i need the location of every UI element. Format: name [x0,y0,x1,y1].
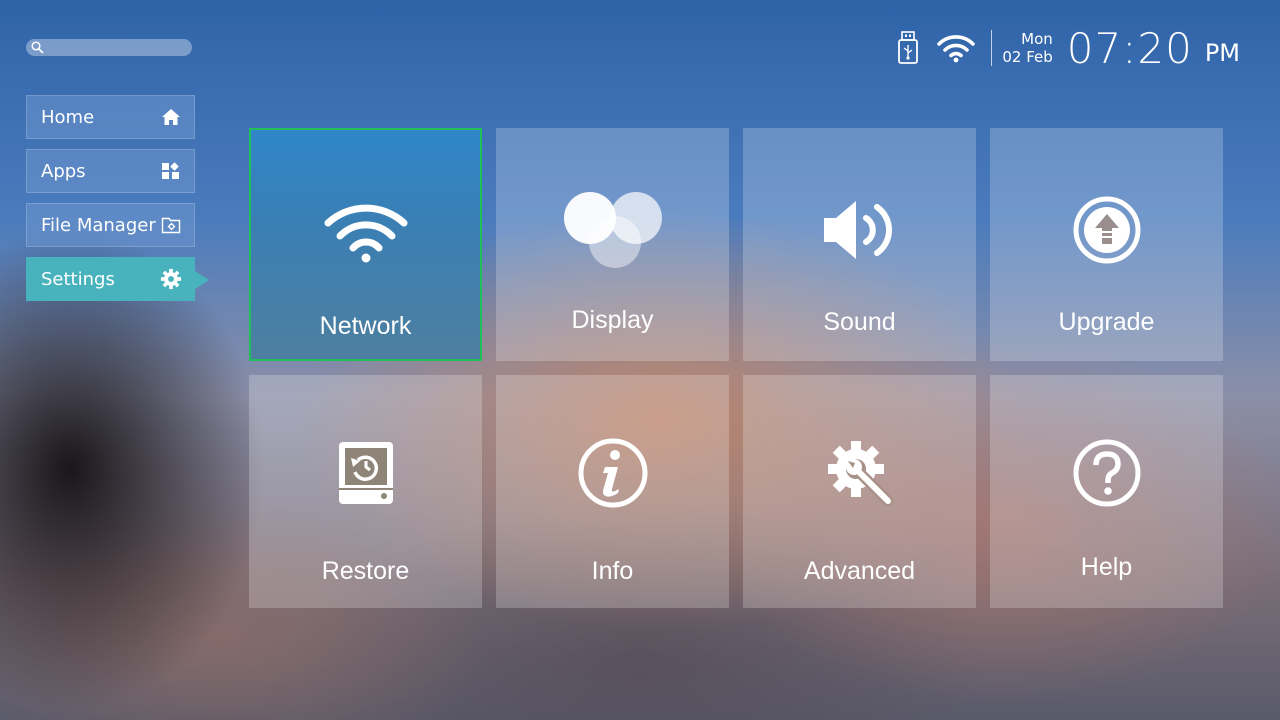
usb-icon [897,31,919,65]
search-input[interactable] [46,39,190,58]
folder-gear-icon [160,214,182,236]
tile-network[interactable]: Network [249,128,482,361]
restore-drive-icon [249,433,482,513]
tile-upgrade[interactable]: Upgrade [990,128,1223,361]
search-bar[interactable] [26,39,192,58]
gear-icon [160,268,182,290]
clock-ampm: PM [1204,39,1240,67]
tile-label: Display [571,306,654,334]
sidebar-item-apps[interactable]: Apps [26,149,195,193]
sidebar-item-settings[interactable]: Settings [26,257,209,301]
tile-sound[interactable]: Sound [743,128,976,361]
info-icon [496,433,729,513]
upgrade-arrow-icon [990,190,1223,270]
gear-wrench-icon [743,433,976,513]
status-divider [991,30,993,66]
tile-display[interactable]: Display [496,128,729,361]
sidebar-item-label: File Manager [41,214,156,236]
tile-label: Restore [321,557,410,585]
tile-label: Info [591,557,634,585]
sidebar-item-home[interactable]: Home [26,95,195,139]
wifi-icon [937,33,976,63]
wifi-icon [251,192,480,272]
status-bar: Mon 02 Feb 07:20 PM [897,23,1240,73]
search-icon [31,41,44,54]
sidebar-item-file-manager[interactable]: File Manager [26,203,195,247]
tile-advanced[interactable]: Advanced [743,375,976,608]
tile-label: Sound [823,308,896,336]
settings-grid: Network Display Sound Upgrade Restore In… [249,128,1223,608]
date-label: 02 Feb [1002,48,1053,66]
sidebar-nav: Home Apps File Manager Settings [26,95,209,311]
speaker-icon [743,190,976,270]
tile-label: Advanced [803,557,916,585]
home-icon [160,106,182,128]
tile-restore[interactable]: Restore [249,375,482,608]
tile-label: Help [1080,553,1133,581]
sidebar-item-label: Settings [41,268,115,290]
display-circles-icon [496,190,729,270]
tile-label: Upgrade [1058,308,1155,336]
tile-info[interactable]: Info [496,375,729,608]
apps-icon [160,160,182,182]
sidebar-item-label: Apps [41,160,86,182]
date-display: Mon 02 Feb [1002,30,1052,66]
help-icon [990,433,1223,513]
tile-label: Network [319,312,412,340]
sidebar-item-label: Home [41,106,95,128]
clock-time: 07:20 [1066,23,1193,73]
day-label: Mon [1021,30,1053,48]
tile-help[interactable]: Help [990,375,1223,608]
